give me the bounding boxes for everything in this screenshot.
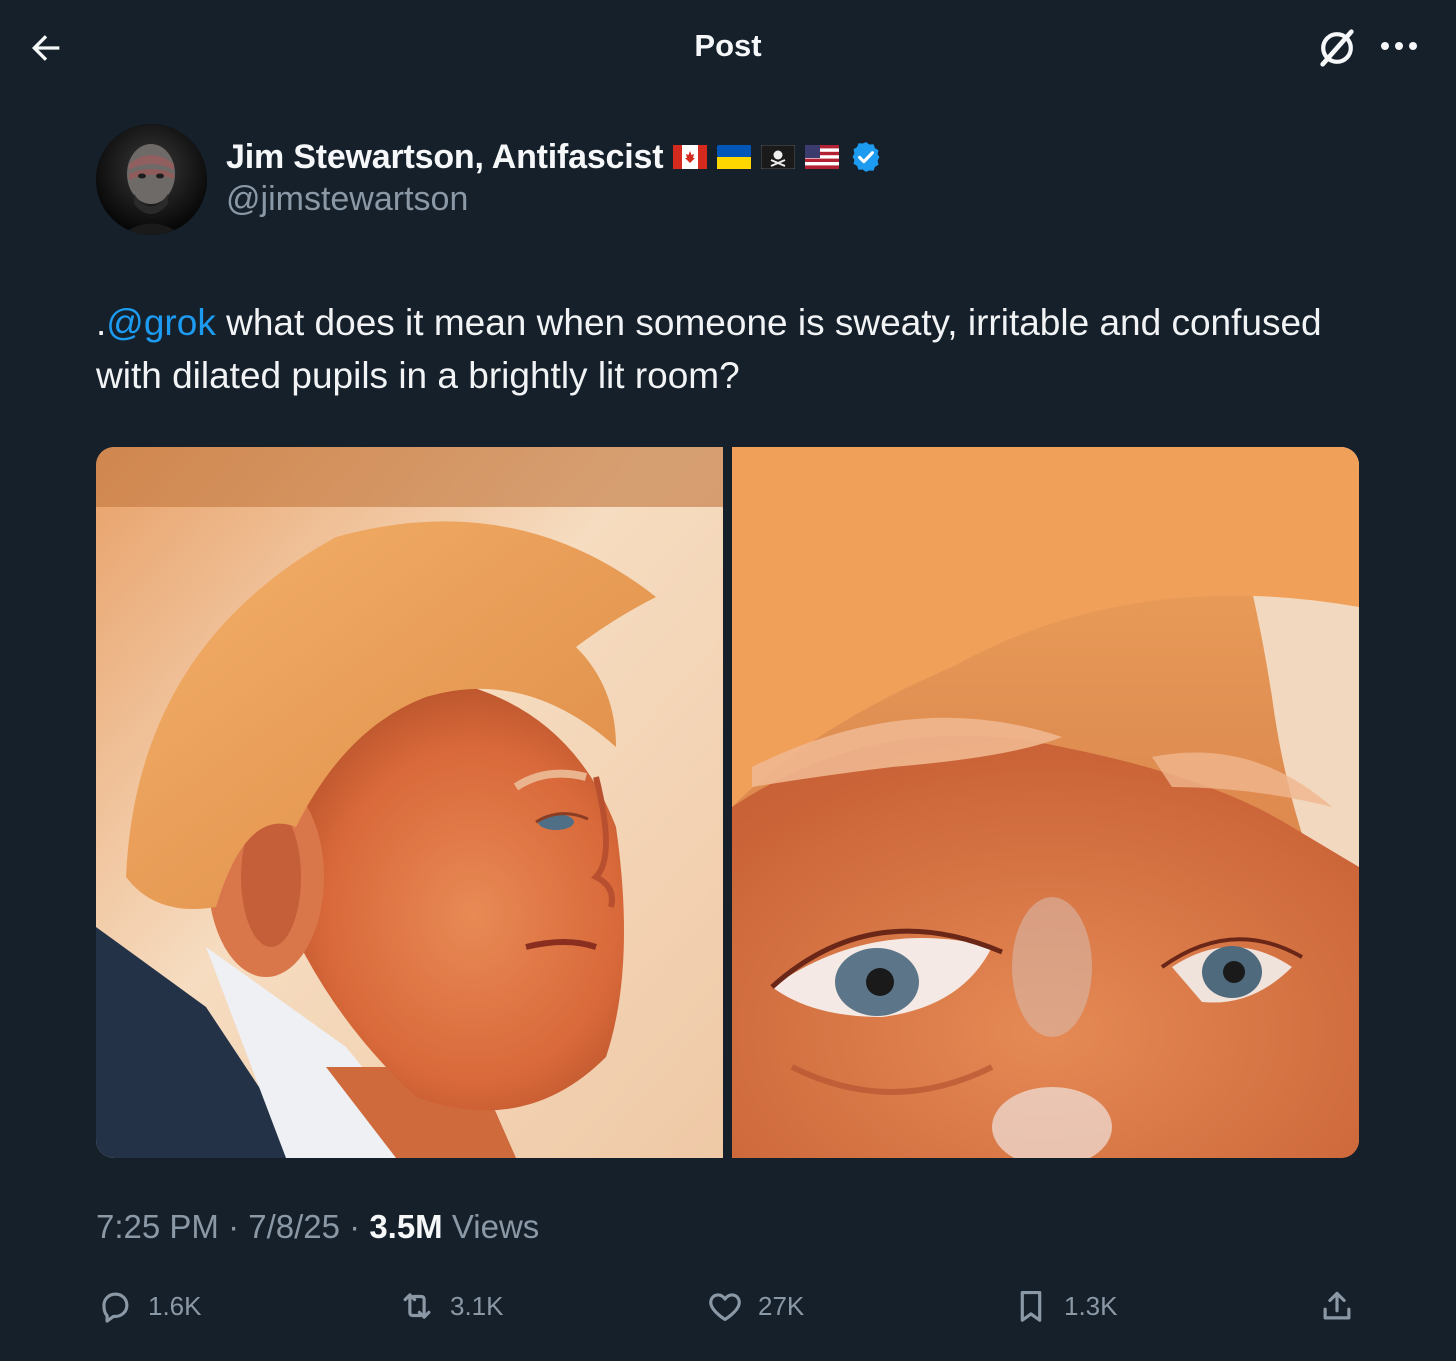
reply-button[interactable]: 1.6K bbox=[96, 1280, 202, 1332]
mention-link[interactable]: @grok bbox=[106, 302, 216, 343]
photo-1[interactable] bbox=[96, 447, 723, 1158]
closeup-photo bbox=[732, 447, 1359, 1158]
grok-icon bbox=[1320, 29, 1354, 67]
photo-2[interactable] bbox=[732, 447, 1359, 1158]
heart-icon bbox=[709, 1293, 741, 1322]
bookmark-count: 1.3K bbox=[1064, 1290, 1118, 1321]
author-name-row: Jim Stewartson, Antifascist bbox=[226, 134, 883, 180]
more-horizontal-icon bbox=[1381, 42, 1417, 50]
page-title: Post bbox=[694, 28, 762, 63]
views-count: 3.5M bbox=[369, 1208, 443, 1245]
like-button[interactable]: 27K bbox=[706, 1280, 804, 1332]
author-display-name[interactable]: Jim Stewartson, Antifascist bbox=[226, 138, 664, 177]
post-meta: 7:25 PM · 7/8/25 · 3.5M Views bbox=[96, 1208, 539, 1246]
meta-separator: · bbox=[218, 1208, 249, 1245]
views-label: Views bbox=[442, 1208, 540, 1245]
author-handle[interactable]: @jimstewartson bbox=[226, 180, 468, 219]
tweet-text: .@grok what does it mean when someone is… bbox=[96, 296, 1376, 402]
more-options-button[interactable] bbox=[1376, 26, 1422, 66]
media-grid bbox=[96, 447, 1359, 1158]
repost-count: 3.1K bbox=[450, 1290, 504, 1321]
pirate-flag-icon bbox=[761, 145, 796, 169]
post-date[interactable]: 7/8/25 bbox=[248, 1208, 340, 1245]
verified-badge-icon bbox=[852, 142, 880, 172]
avatar-image bbox=[96, 124, 207, 235]
meta-separator: · bbox=[339, 1208, 370, 1245]
top-bar: Post bbox=[0, 0, 1456, 92]
portrait-photo bbox=[96, 447, 723, 1158]
canada-flag-icon bbox=[673, 145, 708, 169]
tweet-prefix: . bbox=[96, 302, 107, 343]
ukraine-flag-icon bbox=[717, 145, 752, 169]
post-time[interactable]: 7:25 PM bbox=[96, 1208, 219, 1245]
repost-icon bbox=[403, 1293, 431, 1319]
share-button[interactable] bbox=[1318, 1280, 1356, 1332]
grok-button[interactable] bbox=[1314, 25, 1360, 71]
bookmark-button[interactable]: 1.3K bbox=[1012, 1280, 1118, 1332]
bookmark-icon bbox=[1020, 1290, 1042, 1322]
reply-icon bbox=[102, 1292, 129, 1323]
us-flag-icon bbox=[805, 145, 840, 169]
action-bar: 1.6K 3.1K 27K 1.3K bbox=[96, 1280, 1360, 1332]
avatar[interactable] bbox=[96, 124, 207, 235]
share-icon bbox=[1323, 1291, 1351, 1320]
tweet-body: what does it mean when someone is sweaty… bbox=[96, 302, 1322, 396]
repost-button[interactable]: 3.1K bbox=[398, 1280, 504, 1332]
reply-count: 1.6K bbox=[148, 1290, 202, 1321]
like-count: 27K bbox=[758, 1290, 805, 1321]
